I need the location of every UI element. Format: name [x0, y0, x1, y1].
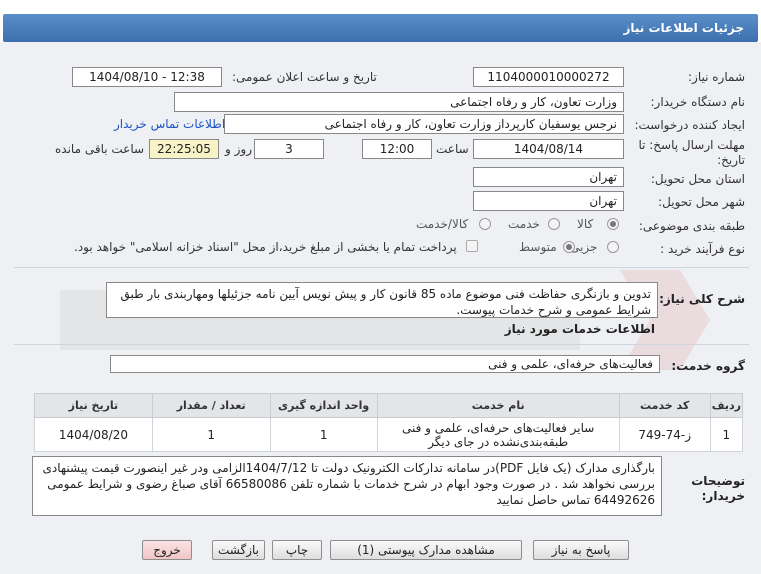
- time-label: ساعت: [436, 142, 469, 156]
- col-date: تاریخ نیاز: [34, 393, 153, 418]
- page-header: جزئیات اطلاعات نیاز: [3, 14, 758, 42]
- province-field: تهران: [473, 167, 624, 187]
- row-index: 1: [709, 417, 744, 452]
- category-option-service: خدمت: [508, 217, 540, 231]
- deadline-date-field: 1404/08/14: [473, 139, 624, 159]
- service-group-label: گروه خدمت:: [671, 359, 745, 373]
- divider: [14, 267, 749, 268]
- category-radio-goods[interactable]: [607, 218, 619, 230]
- deadline-time-field: 12:00: [362, 139, 432, 159]
- row-unit: 1: [269, 417, 378, 452]
- exit-button[interactable]: خروج: [142, 540, 192, 560]
- category-radio-service[interactable]: [548, 218, 560, 230]
- category-option-goods: کالا: [577, 217, 594, 231]
- announce-field: 1404/08/10 - 12:38: [72, 67, 222, 87]
- buyer-org-label: نام دستگاه خریدار:: [650, 95, 746, 109]
- row-name: سایر فعالیت‌های حرفه‌ای، علمی و فنی طبقه…: [376, 417, 620, 452]
- row-quantity: 1: [151, 417, 271, 452]
- col-index: ردیف: [709, 393, 744, 418]
- row-date: 1404/08/20: [34, 417, 153, 452]
- need-number-label: شماره نیاز:: [688, 70, 745, 84]
- page-title: جزئیات اطلاعات نیاز: [623, 21, 744, 35]
- print-button[interactable]: چاپ: [272, 540, 322, 560]
- remaining-label: ساعت باقی مانده: [55, 142, 145, 156]
- services-table: ردیف کد خدمت نام خدمت واحد اندازه گیری ت…: [34, 393, 744, 452]
- category-option-goods-service: کالا/خدمت: [416, 217, 469, 231]
- creator-label: ایجاد کننده درخواست:: [634, 118, 745, 132]
- deadline-label-date: تاریخ:: [717, 153, 745, 167]
- description-label: شرح کلی نیاز:: [659, 292, 745, 306]
- treasury-payment-note: پرداخت تمام یا بخشی از مبلغ خرید،از محل …: [74, 240, 457, 254]
- buyer-contact-link[interactable]: اطلاعات تماس خریدار: [114, 117, 225, 131]
- category-radio-goods-service[interactable]: [479, 218, 491, 230]
- buyer-notes-textarea: بارگذاری مدارک (یک فایل PDF)در سامانه تد…: [32, 456, 662, 516]
- days-field: 3: [254, 139, 324, 159]
- city-field: تهران: [473, 191, 624, 211]
- services-section-title: اطلاعات خدمات مورد نیاز: [504, 322, 655, 336]
- col-name: نام خدمت: [376, 393, 620, 418]
- days-label: روز و: [225, 142, 252, 156]
- buyer-org-field: وزارت تعاون، کار و رفاه اجتماعی: [174, 92, 624, 112]
- process-label: نوع فرآیند خرید :: [660, 242, 745, 256]
- creator-field: نرجس یوسفیان کارپرداز وزارت تعاون، کار و…: [224, 114, 624, 134]
- deadline-label: مهلت ارسال پاسخ: تا: [638, 138, 745, 152]
- divider: [14, 344, 749, 345]
- buyer-notes-label: توضیحات: [691, 474, 745, 488]
- city-label: شهر محل تحویل:: [658, 195, 745, 209]
- col-quantity: تعداد / مقدار: [151, 393, 271, 418]
- view-attachments-button[interactable]: مشاهده مدارک پیوستی (1): [330, 540, 522, 560]
- back-button[interactable]: بازگشت: [212, 540, 265, 560]
- service-group-field: فعالیت‌های حرفه‌ای، علمی و فنی: [110, 355, 660, 373]
- process-radio-medium[interactable]: [563, 241, 575, 253]
- row-code: ز-74-749: [618, 417, 711, 452]
- reply-button[interactable]: پاسخ به نیاز: [533, 540, 629, 560]
- treasury-payment-checkbox[interactable]: [466, 240, 478, 252]
- announce-label: تاریخ و ساعت اعلان عمومی:: [232, 70, 377, 84]
- need-number-field: 1104000010000272: [473, 67, 624, 87]
- process-radio-minor[interactable]: [607, 241, 619, 253]
- province-label: استان محل تحویل:: [650, 172, 745, 186]
- description-textarea: تدوین و بازنگری حفاظت فنی موضوع ماده 85 …: [106, 282, 658, 318]
- col-unit: واحد اندازه گیری: [269, 393, 378, 418]
- remaining-time-field: 22:25:05: [149, 139, 219, 159]
- col-code: کد خدمت: [618, 393, 711, 418]
- buyer-notes-label-2: خریدار:: [701, 489, 745, 503]
- table-row: 1 ز-74-749 سایر فعالیت‌های حرفه‌ای، علمی…: [34, 417, 744, 452]
- category-label: طبقه بندی موضوعی:: [638, 219, 745, 233]
- process-option-medium: متوسط: [519, 240, 557, 254]
